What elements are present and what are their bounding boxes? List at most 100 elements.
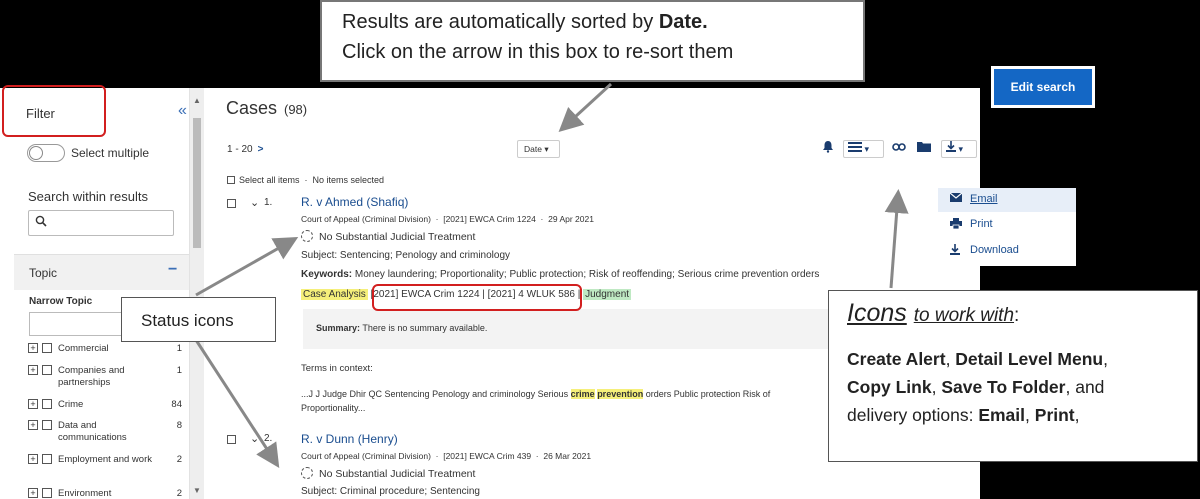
keywords-line: Keywords: Money laundering; Proportional… (301, 269, 819, 280)
topic-name: Employment and work (58, 454, 152, 465)
result-meta: Court of Appeal (Criminal Division) · [2… (301, 451, 592, 461)
citation-highlight (372, 284, 582, 311)
icons-callout-line-1: Create Alert, Detail Level Menu, (847, 349, 1108, 369)
scroll-up-icon[interactable]: ▲ (193, 96, 201, 105)
topic-name: Data and communications (58, 420, 127, 443)
download-icon (950, 244, 960, 258)
select-all-checkbox[interactable] (227, 176, 235, 184)
filter-sidebar: Filter « Select multiple Search within r… (0, 88, 190, 499)
collapse-topic-icon[interactable]: − (168, 261, 177, 279)
terms-label: Terms in context: (301, 363, 373, 374)
expand-plus-icon[interactable]: + (28, 399, 38, 409)
topic-checkbox[interactable] (42, 365, 52, 375)
chevron-down-icon: ▾ (864, 144, 870, 154)
topic-count: 2 (176, 488, 182, 499)
detail-level-menu[interactable]: ▾ (843, 140, 884, 158)
topic-count: 2 (176, 454, 182, 465)
icons-callout-line-3: delivery options: Email, Print, (847, 405, 1080, 425)
sidebar-scrollbar[interactable]: ▲ ▼ (190, 88, 204, 499)
status-text: No Substantial Judicial Treatment (319, 468, 476, 480)
edit-search-panel: Edit search (991, 66, 1095, 108)
status-icons-callout: Status icons (121, 297, 276, 342)
bell-icon[interactable] (822, 140, 834, 158)
paging-range: 1 - 20 (227, 144, 253, 155)
summary-box: Summary: There is no summary available. (303, 309, 843, 349)
keywords-value: Money laundering; Proportionality; Publi… (354, 269, 820, 280)
result-date: 26 Mar 2021 (543, 451, 592, 461)
print-menu-item[interactable]: Print (938, 213, 1076, 237)
expand-plus-icon[interactable]: + (28, 454, 38, 464)
sort-value: Date (524, 144, 542, 154)
scroll-down-icon[interactable]: ▼ (193, 486, 201, 495)
link-icon[interactable] (892, 140, 906, 158)
collapse-sidebar-icon[interactable]: « (178, 102, 187, 120)
print-icon (950, 218, 962, 232)
edit-search-button[interactable]: Edit search (994, 69, 1092, 105)
judgment-link[interactable]: Judgment (583, 289, 632, 300)
result-meta: Court of Appeal (Criminal Division) · [2… (301, 214, 594, 224)
icons-callout-line-2: Copy Link, Save To Folder, and (847, 377, 1105, 397)
topic-count: 84 (171, 399, 182, 410)
topic-label: Topic (29, 266, 58, 280)
icons-callout: Icons to work with: Create Alert, Detail… (828, 290, 1198, 462)
result-checkbox[interactable] (227, 199, 236, 208)
topic-checkbox[interactable] (42, 454, 52, 464)
topic-checkbox[interactable] (42, 399, 52, 409)
subject-line: Subject: Criminal procedure; Sentencing (301, 486, 480, 497)
court: Court of Appeal (Criminal Division) (301, 451, 431, 461)
expand-plus-icon[interactable]: + (28, 488, 38, 498)
result-title-link[interactable]: R. v Ahmed (Shafiq) (301, 195, 408, 209)
paging: 1 - 20 > (227, 144, 263, 155)
callout-line-1: Results are automatically sorted by Date… (342, 11, 708, 33)
status-icon (301, 230, 313, 242)
chevron-down-icon: ▾ (544, 144, 549, 154)
select-multiple-toggle[interactable] (27, 144, 65, 162)
status-icon (301, 467, 313, 479)
delivery-menu: Email Print Download (938, 188, 1076, 266)
result-checkbox[interactable] (227, 435, 236, 444)
folder-icon[interactable] (917, 140, 931, 158)
subject-value: Criminal procedure; Sentencing (339, 486, 480, 497)
download-icon (946, 141, 956, 154)
topic-name: Crime (58, 399, 84, 410)
list-icon (848, 142, 862, 154)
expand-plus-icon[interactable]: + (28, 343, 38, 353)
topic-section-header[interactable]: Topic − (14, 254, 189, 290)
download-menu-item[interactable]: Download (938, 239, 1076, 263)
page-title: Cases (226, 98, 278, 118)
topic-count: 8 (176, 420, 182, 431)
keywords-label: Keywords: (301, 269, 353, 280)
terms-in-context: ...J J Judge Dhir QC Sentencing Penology… (301, 389, 771, 413)
topic-checkbox[interactable] (42, 488, 52, 498)
result-index: 1. (264, 197, 273, 208)
search-icon (35, 215, 47, 230)
scrollbar-thumb[interactable] (193, 118, 201, 248)
court: Court of Appeal (Criminal Division) (301, 214, 431, 224)
narrow-topic-label: Narrow Topic (29, 296, 93, 307)
icons-callout-heading: Icons to work with: (847, 299, 1020, 327)
subject-line: Subject: Sentencing; Penology and crimin… (301, 250, 510, 261)
status-text: No Substantial Judicial Treatment (319, 231, 476, 243)
selected-count: No items selected (312, 175, 385, 185)
select-all-row[interactable]: Select all items · No items selected (227, 175, 384, 185)
expand-plus-icon[interactable]: + (28, 365, 38, 375)
subject-value: Sentencing; Penology and criminology (339, 250, 511, 261)
sort-dropdown[interactable]: Date ▾ (517, 140, 560, 158)
chevron-down-icon: ▾ (958, 144, 964, 154)
download-menu[interactable]: ▾ (941, 140, 977, 158)
topic-checkbox[interactable] (42, 343, 52, 353)
chevron-down-icon[interactable]: ⌄ (250, 432, 259, 445)
summary-text: Summary: There is no summary available. (316, 323, 488, 333)
next-page-icon[interactable]: > (258, 144, 264, 155)
search-within-input[interactable] (28, 210, 174, 236)
email-menu-item[interactable]: Email (938, 188, 1076, 212)
email-icon (949, 192, 963, 205)
topic-checkbox[interactable] (42, 420, 52, 430)
result-title-link[interactable]: R. v Dunn (Henry) (301, 432, 398, 446)
sort-callout: Results are automatically sorted by Date… (320, 0, 865, 82)
result-date: 29 Apr 2021 (548, 214, 594, 224)
citation: [2021] EWCA Crim 439 (443, 451, 532, 461)
chevron-down-icon[interactable]: ⌄ (250, 196, 259, 209)
expand-plus-icon[interactable]: + (28, 420, 38, 430)
case-analysis-link[interactable]: Case Analysis (301, 289, 368, 300)
